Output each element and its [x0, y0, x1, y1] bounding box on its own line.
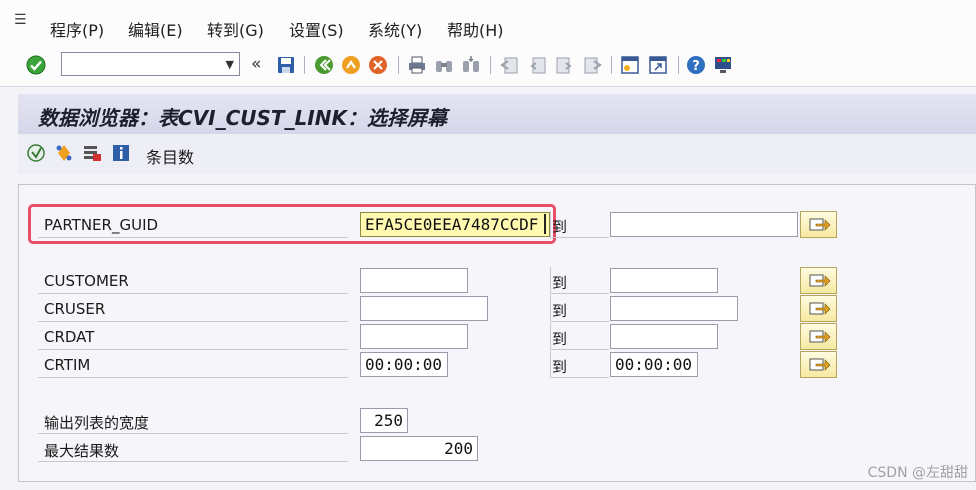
to-label-frame: [550, 323, 609, 350]
command-field[interactable]: ▼: [61, 52, 240, 76]
label-underline: [38, 377, 348, 378]
max-hits-label: 最大结果数: [44, 442, 120, 460]
label-underline: [38, 237, 348, 238]
find-icon[interactable]: [434, 55, 454, 75]
last-page-icon[interactable]: [583, 55, 603, 75]
toolbar-separator: [611, 56, 612, 74]
customer-from-input[interactable]: [360, 268, 468, 293]
partner-guid-from-input[interactable]: EFA5CE0EEA7487CCDF: [360, 212, 550, 237]
output-width-label: 输出列表的宽度: [44, 414, 150, 432]
layout-icon[interactable]: [713, 55, 733, 75]
crdat-from-input[interactable]: [360, 324, 468, 349]
back-icon[interactable]: [314, 55, 334, 75]
cancel-icon[interactable]: [368, 55, 388, 75]
crdat-label: CRDAT: [44, 328, 95, 346]
toolbar-separator: [678, 56, 679, 74]
screen-title-bar: 数据浏览器：表CVI_CUST_LINK：选择屏幕: [18, 94, 976, 134]
delete-selection-icon[interactable]: [82, 143, 102, 163]
create-session-icon[interactable]: [620, 55, 640, 75]
multiple-selection-arrow-icon: [809, 218, 831, 231]
dropdown-arrow-icon[interactable]: ▼: [226, 58, 234, 71]
exit-icon[interactable]: [341, 55, 361, 75]
execute-icon[interactable]: [26, 143, 46, 163]
multiple-selection-arrow-icon: [809, 330, 831, 343]
label-underline: [38, 461, 348, 462]
watermark: CSDN @左甜甜: [867, 465, 968, 481]
info-icon[interactable]: [111, 143, 131, 163]
selection-options-icon[interactable]: [54, 143, 74, 163]
print-icon[interactable]: [407, 55, 427, 75]
menu-program[interactable]: 程序(P): [50, 17, 104, 41]
toolbar-separator: [304, 56, 305, 74]
multiple-selection-arrow-icon: [809, 358, 831, 371]
to-label-frame: [550, 295, 609, 322]
partner-guid-to-input[interactable]: [610, 212, 798, 237]
to-label-frame: [550, 351, 609, 378]
label-underline: [38, 293, 348, 294]
multiple-selection-button[interactable]: [800, 295, 837, 322]
to-label-frame: [550, 211, 609, 238]
check-icon[interactable]: [26, 55, 46, 75]
text-cursor: [544, 214, 546, 234]
multiple-selection-arrow-icon: [809, 274, 831, 287]
crtim-from-input[interactable]: 00:00:00: [360, 352, 448, 377]
cruser-label: CRUSER: [44, 300, 106, 318]
next-page-icon[interactable]: [555, 55, 575, 75]
multiple-selection-button[interactable]: [800, 211, 837, 238]
cruser-to-input[interactable]: [610, 296, 738, 321]
multiple-selection-button[interactable]: [800, 267, 837, 294]
help-icon[interactable]: ?: [686, 55, 706, 75]
svg-text:?: ?: [692, 59, 700, 74]
label-underline: [38, 433, 348, 434]
max-hits-input[interactable]: 200: [360, 436, 478, 461]
number-of-entries-button[interactable]: 条目数: [146, 144, 194, 168]
partner-guid-label: PARTNER_GUID: [44, 216, 159, 234]
customer-to-input[interactable]: [610, 268, 718, 293]
customer-label: CUSTOMER: [44, 272, 129, 290]
label-underline: [38, 321, 348, 322]
previous-page-icon[interactable]: [527, 55, 547, 75]
menu-system[interactable]: 系统(Y): [368, 17, 422, 41]
menu-settings[interactable]: 设置(S): [289, 17, 344, 41]
save-icon[interactable]: [276, 55, 296, 75]
page-title: 数据浏览器：表CVI_CUST_LINK：选择屏幕: [38, 106, 447, 130]
shortcut-icon[interactable]: [648, 55, 668, 75]
output-width-input[interactable]: 250: [360, 408, 408, 433]
menu-help[interactable]: 帮助(H): [447, 17, 504, 41]
cruser-from-input[interactable]: [360, 296, 488, 321]
multiple-selection-arrow-icon: [809, 302, 831, 315]
collapse-icon[interactable]: «: [251, 54, 261, 74]
find-next-icon[interactable]: [461, 55, 481, 75]
label-underline: [38, 349, 348, 350]
menu-screen-icon[interactable]: ☰: [14, 12, 27, 28]
to-label-frame: [550, 267, 609, 294]
multiple-selection-button[interactable]: [800, 323, 837, 350]
multiple-selection-button[interactable]: [800, 351, 837, 378]
menu-edit[interactable]: 编辑(E): [128, 17, 183, 41]
crtim-to-input[interactable]: 00:00:00: [610, 352, 698, 377]
first-page-icon[interactable]: [499, 55, 519, 75]
toolbar-separator: [490, 56, 491, 74]
toolbar-separator: [398, 56, 399, 74]
crtim-label: CRTIM: [44, 356, 91, 374]
menu-goto[interactable]: 转到(G): [207, 17, 264, 41]
crdat-to-input[interactable]: [610, 324, 718, 349]
